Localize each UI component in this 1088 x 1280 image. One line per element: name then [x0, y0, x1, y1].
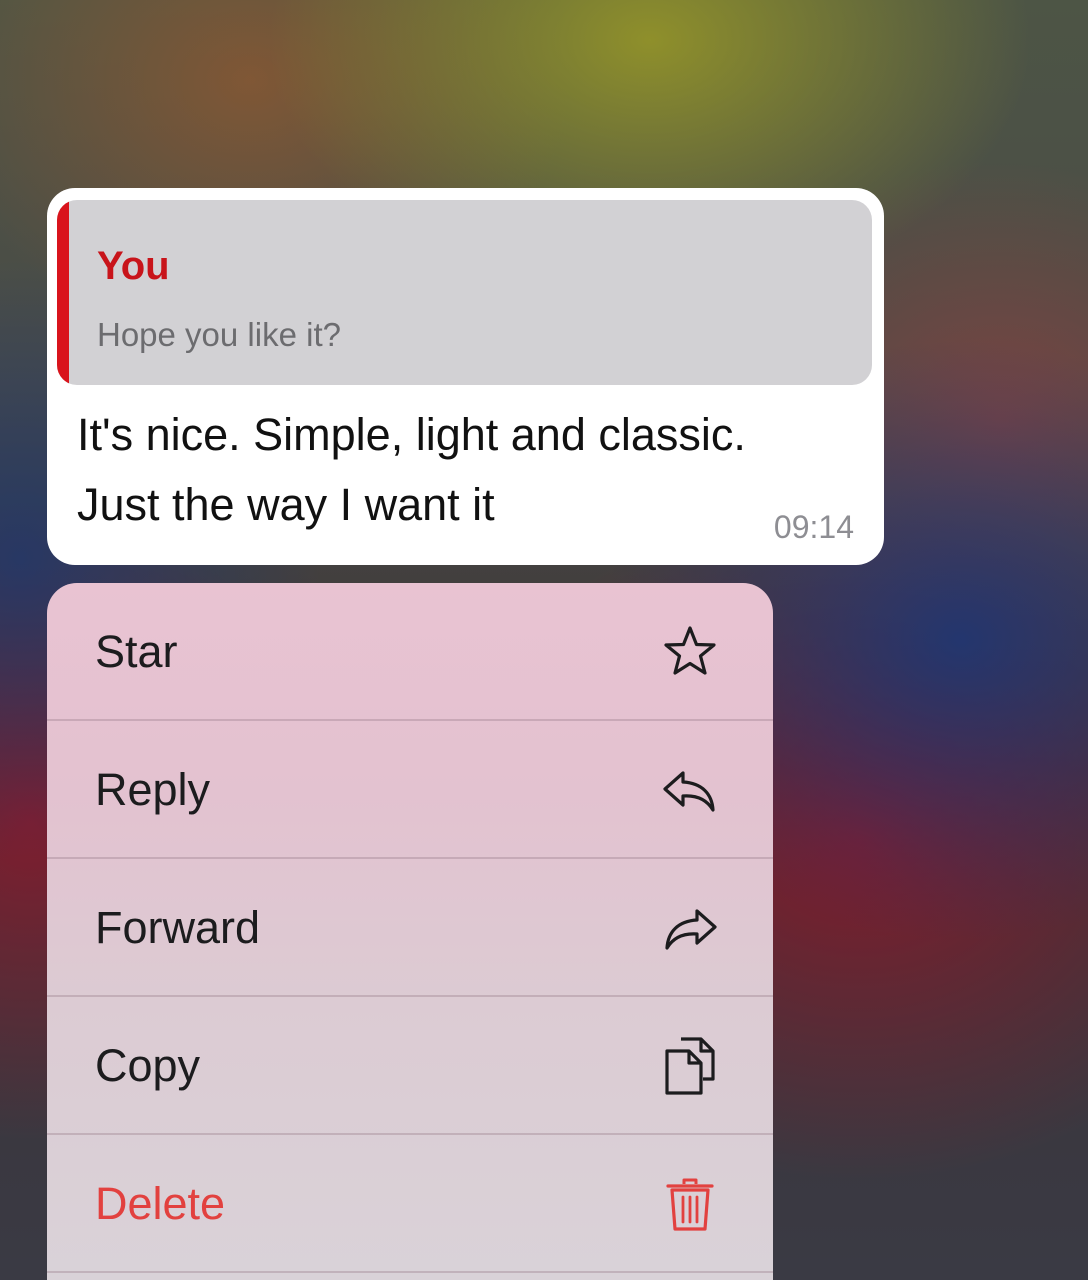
menu-item-label: Delete	[95, 1178, 226, 1229]
reply-icon	[659, 759, 721, 821]
menu-item-copy[interactable]: Copy	[47, 997, 773, 1134]
menu-item-label: Forward	[95, 902, 261, 953]
quote-accent-bar	[57, 200, 69, 385]
quoted-reply[interactable]: You Hope you like it?	[57, 200, 872, 385]
quote-author: You	[97, 244, 170, 288]
menu-divider	[47, 1271, 773, 1273]
menu-item-label: Reply	[95, 764, 211, 815]
context-menu: Star Reply Forward Copy Delete	[47, 583, 773, 1280]
copy-icon	[659, 1035, 721, 1097]
menu-item-star[interactable]: Star	[47, 583, 773, 720]
trash-icon	[659, 1173, 721, 1235]
menu-item-delete[interactable]: Delete	[47, 1135, 773, 1272]
quote-text: Hope you like it?	[97, 316, 341, 353]
star-icon	[659, 621, 721, 683]
message-bubble[interactable]: You Hope you like it? It's nice. Simple,…	[47, 188, 884, 565]
message-timestamp: 09:14	[773, 509, 854, 545]
menu-item-label: Star	[95, 626, 178, 677]
forward-icon	[659, 897, 721, 959]
menu-item-label: Copy	[95, 1040, 201, 1091]
message-text-line-1: It's nice. Simple, light and classic.	[77, 409, 746, 460]
message-text-line-2: Just the way I want it	[77, 479, 495, 530]
menu-item-reply[interactable]: Reply	[47, 721, 773, 858]
menu-item-forward[interactable]: Forward	[47, 859, 773, 996]
